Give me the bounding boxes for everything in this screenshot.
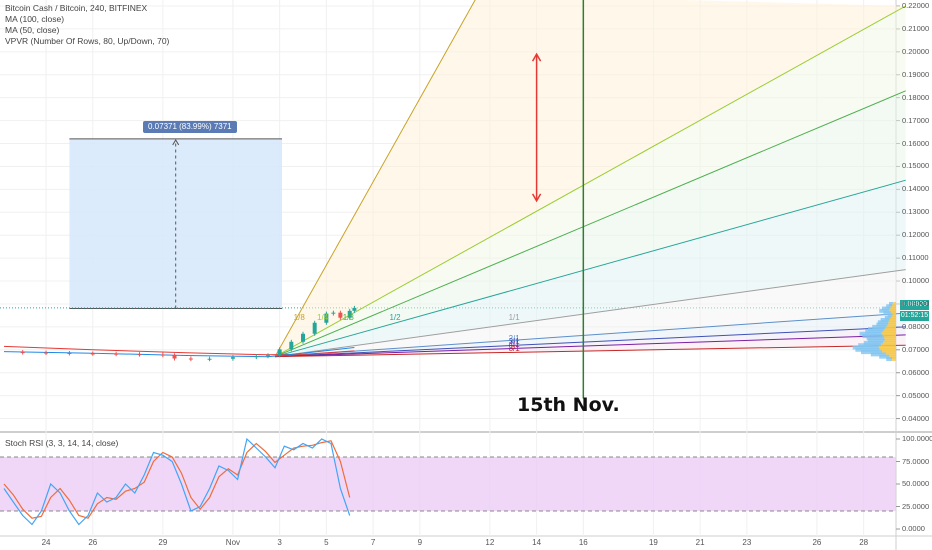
x-tick-label: 12 xyxy=(485,538,495,547)
x-tick-label: 7 xyxy=(370,538,376,547)
x-tick-label: 19 xyxy=(648,538,658,547)
candle-body xyxy=(90,353,95,355)
x-tick-label: 9 xyxy=(417,538,423,547)
gann-fan-label: 1/8 xyxy=(293,313,305,323)
gann-fan-label: 1/3 xyxy=(342,313,354,323)
candle-body xyxy=(312,322,317,334)
y-tick-label: 0.07000 xyxy=(902,344,930,354)
x-tick-label: 5 xyxy=(324,538,329,547)
gann-fan-label: 1/2 xyxy=(389,313,401,323)
candle-body xyxy=(160,354,165,356)
y-tick-label: 0.08000 xyxy=(902,321,930,331)
stoch-band xyxy=(0,457,896,511)
y-tick-label: 0.22000 xyxy=(902,1,930,10)
x-tick-label: 16 xyxy=(578,538,588,547)
y-tick-label: 0.20000 xyxy=(902,46,930,56)
candle-body xyxy=(188,358,193,360)
gann-fan-label: 8/1 xyxy=(508,343,520,353)
y-tick-label: 0.06000 xyxy=(902,367,930,377)
y-tick-label: 0.11000 xyxy=(902,253,929,263)
candle-body xyxy=(254,356,259,358)
candle-body xyxy=(230,357,235,359)
candle-body xyxy=(44,352,49,354)
stoch-y-tick-label: 0.0000 xyxy=(902,524,925,533)
x-tick-label: 26 xyxy=(812,538,822,547)
y-tick-label: 0.12000 xyxy=(902,230,930,240)
candle-body xyxy=(67,353,72,355)
ma100-legend[interactable]: MA (100, close) xyxy=(5,14,64,25)
candle-body xyxy=(289,341,294,350)
vpvr-bar-down xyxy=(892,356,896,361)
candle-body xyxy=(207,358,212,360)
y-tick-label: 0.13000 xyxy=(902,207,930,217)
gann-fan-label: 1/4 xyxy=(317,313,329,323)
y-tick-label: 0.10000 xyxy=(902,276,930,286)
chart-canvas xyxy=(0,0,932,550)
x-tick-label: 3 xyxy=(277,538,282,547)
y-tick-label: 0.17000 xyxy=(902,115,930,125)
measure-label: 0.07371 (83.99%) 7371 xyxy=(143,121,237,133)
x-tick-label: 24 xyxy=(41,538,51,547)
y-tick-label: 0.04000 xyxy=(902,413,930,423)
date-annotation: 15th Nov. xyxy=(517,394,620,416)
x-tick-label: Nov xyxy=(225,538,241,547)
candle-body xyxy=(265,355,270,357)
y-tick-label: 0.09000 xyxy=(902,298,930,308)
y-tick-label: 0.15000 xyxy=(902,161,930,171)
vpvr-bar-up xyxy=(886,356,893,361)
y-tick-label: 0.21000 xyxy=(902,23,930,33)
ma50-legend[interactable]: MA (50, close) xyxy=(5,25,59,36)
candle-body xyxy=(352,307,357,311)
candle-body xyxy=(114,353,119,355)
x-tick-label: 26 xyxy=(88,538,98,547)
stoch-y-tick-label: 50.0000 xyxy=(902,479,930,488)
candle-body xyxy=(172,355,177,359)
candle-body xyxy=(301,333,306,342)
candle-body xyxy=(20,352,25,354)
y-tick-label: 0.18000 xyxy=(902,92,930,102)
stoch-y-tick-label: 75.0000 xyxy=(902,456,930,466)
y-tick-label: 0.14000 xyxy=(902,184,930,194)
x-tick-label: 21 xyxy=(695,538,705,547)
chart-title: Bitcoin Cash / Bitcoin, 240, BITFINEX xyxy=(5,3,148,13)
x-tick-label: 29 xyxy=(158,538,168,547)
y-tick-label: 0.05000 xyxy=(902,390,930,400)
x-tick-label: 28 xyxy=(859,538,869,547)
candle-body xyxy=(277,349,282,356)
stoch-y-tick-label: 25.0000 xyxy=(902,501,930,511)
x-tick-label: 23 xyxy=(742,538,752,547)
stoch-rsi-legend[interactable]: Stoch RSI (3, 3, 14, 14, close) xyxy=(5,438,118,448)
x-tick-label: 14 xyxy=(532,538,542,547)
candle-body xyxy=(137,354,142,356)
y-tick-label: 0.19000 xyxy=(902,69,930,79)
candle-body xyxy=(331,312,336,314)
gann-fan-label: 1/1 xyxy=(508,313,520,323)
vpvr-legend[interactable]: VPVR (Number Of Rows, 80, Up/Down, 70) xyxy=(5,36,169,47)
bar-countdown-badge: 01:52:15 xyxy=(900,311,929,321)
y-tick-label: 0.16000 xyxy=(902,138,930,148)
stoch-y-tick-label: 100.0000 xyxy=(902,434,932,443)
